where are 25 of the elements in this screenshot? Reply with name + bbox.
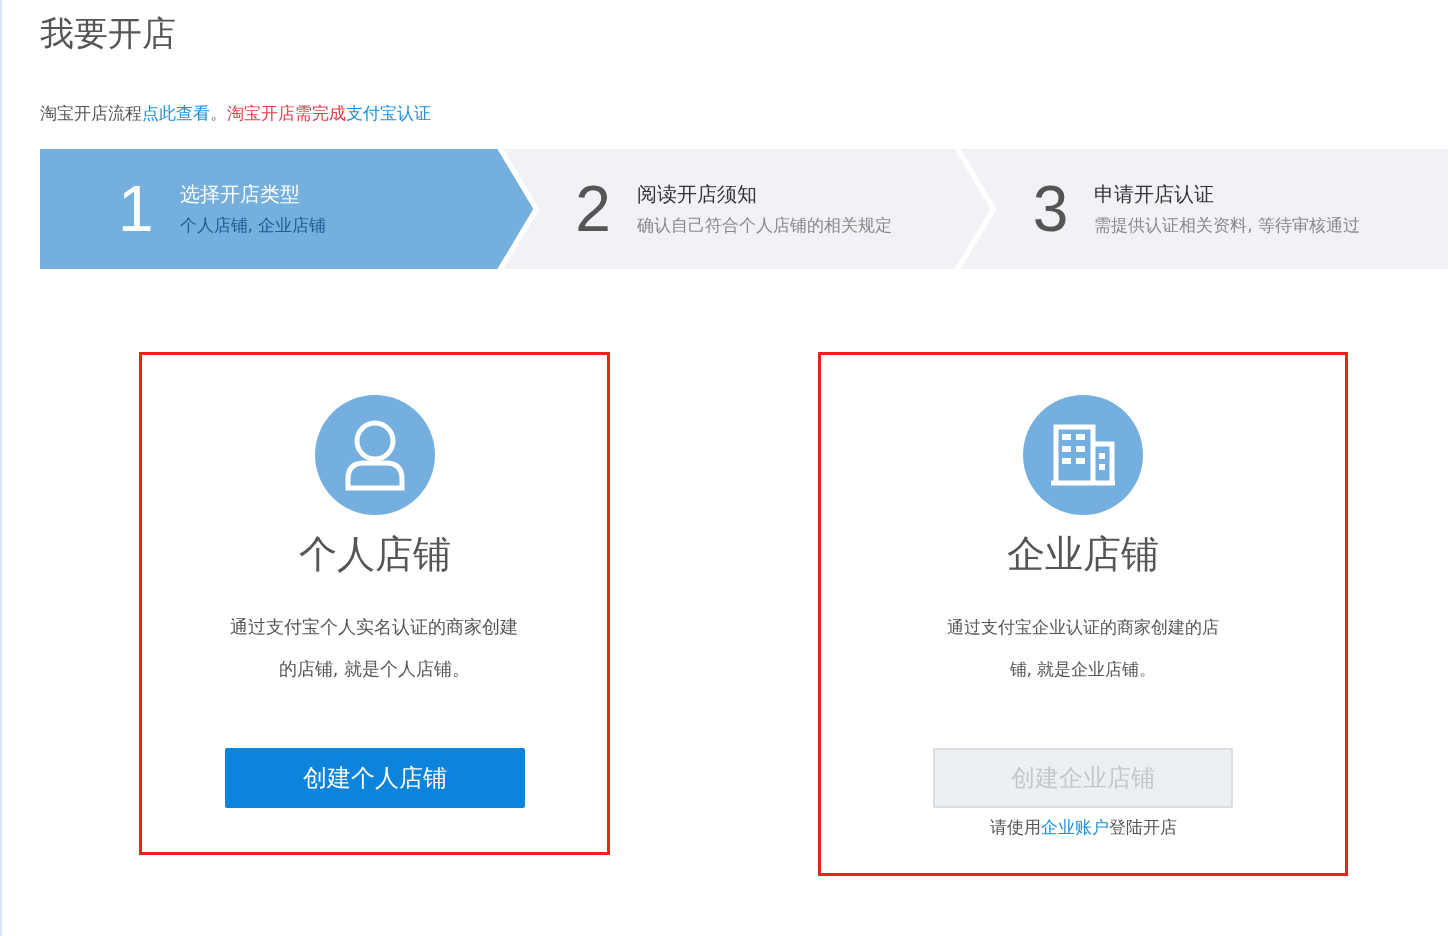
create-shop-button[interactable]: 创建个人店铺: [224, 748, 525, 808]
step-subtitle: 需提供认证相关资料, 等待审核通过: [1094, 214, 1361, 237]
notice-text: 登陆开店: [1108, 816, 1177, 839]
notice-text: 请使用: [989, 816, 1041, 839]
link[interactable]: 企业账户: [1040, 816, 1109, 839]
notice-text: 。: [210, 102, 227, 125]
page-title: 我要开店: [40, 12, 177, 55]
building-icon: [1048, 424, 1118, 486]
step-title: 选择开店类型: [179, 181, 301, 208]
card-title: 个人店铺: [298, 531, 451, 578]
step-title: 阅读开店须知: [636, 181, 758, 208]
step-number: 2: [575, 172, 611, 246]
step-subtitle: 确认自己符合个人店铺的相关规定: [636, 214, 892, 237]
link[interactable]: 支付宝认证: [346, 102, 431, 125]
link[interactable]: 点此查看: [142, 102, 210, 125]
warning-text: 淘宝开店需完成: [227, 102, 346, 125]
step-number: 3: [1032, 172, 1069, 246]
step-subtitle: 个人店铺, 企业店铺: [179, 214, 327, 237]
card-description: 通过支付宝企业认证的商家创建的店铺, 就是企业店铺。: [946, 616, 1220, 681]
person-icon: [343, 419, 406, 491]
step-title: 申请开店认证: [1094, 181, 1216, 208]
card-title: 企业店铺: [1007, 531, 1159, 578]
card-description: 通过支付宝个人实名认证的商家创建的店铺, 就是个人店铺。: [229, 615, 520, 681]
notice-text: 淘宝开店流程: [40, 102, 142, 125]
step-number: 1: [118, 172, 154, 246]
